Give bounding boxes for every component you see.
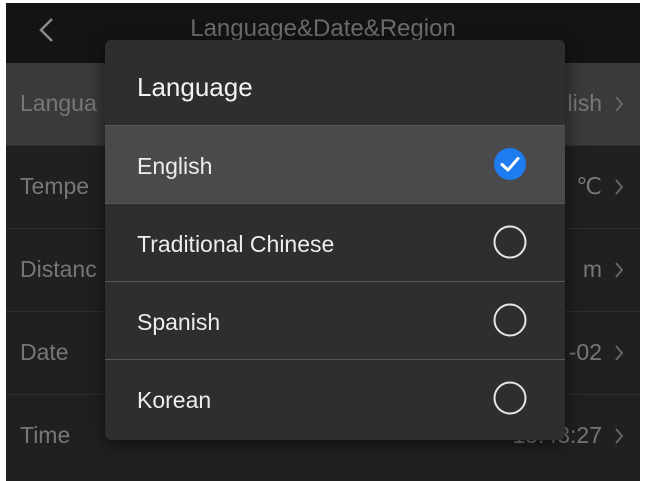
row-value: ℃	[576, 173, 602, 199]
row-value: m	[582, 256, 602, 282]
row-value: -02	[568, 339, 602, 365]
row-label: Langua	[20, 90, 97, 116]
option-label: Spanish	[137, 309, 221, 335]
radio-unchecked-icon[interactable]	[493, 225, 527, 259]
chevron-right-icon	[615, 345, 624, 361]
chevron-right-icon	[615, 428, 624, 444]
radio-checked-icon[interactable]	[493, 147, 527, 181]
language-dialog: Language English Traditional Chinese Spa…	[105, 40, 565, 440]
chevron-right-icon	[615, 179, 624, 195]
language-option-korean[interactable]: Korean	[105, 359, 565, 437]
radio-unchecked-icon[interactable]	[493, 381, 527, 415]
device-screen: Language&Date&Region Langua lish Tempe ℃…	[6, 3, 640, 481]
row-label: Tempe	[20, 173, 90, 199]
language-option-english[interactable]: English	[105, 125, 565, 203]
row-label: Date	[20, 339, 69, 365]
chevron-right-icon	[615, 262, 624, 278]
language-option-traditional-chinese[interactable]: Traditional Chinese	[105, 203, 565, 281]
option-label: Traditional Chinese	[137, 231, 335, 257]
row-label: Distanc	[20, 256, 97, 282]
radio-unchecked-icon[interactable]	[493, 303, 527, 337]
option-label: English	[137, 153, 213, 179]
dialog-title: Language	[137, 72, 253, 102]
language-option-spanish[interactable]: Spanish	[105, 281, 565, 359]
option-label: Korean	[137, 387, 212, 413]
row-label: Time	[20, 422, 71, 448]
page-title: Language&Date&Region	[190, 15, 456, 42]
chevron-right-icon	[615, 96, 624, 112]
row-value: lish	[567, 90, 602, 116]
